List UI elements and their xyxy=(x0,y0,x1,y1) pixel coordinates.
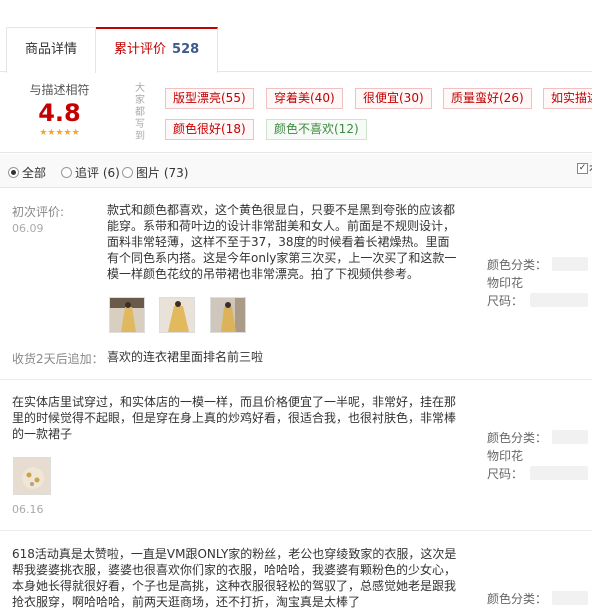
review-line: 里的时候觉得不起眼，但是穿在身上真的炒鸡好看，很适合我，也很衬肤色，非常棒 xyxy=(12,411,457,425)
review-line: 618活动真是太赞啦，一直是VM跟ONLY家的粉丝，老公也穿绫致家的衣服，这次是 xyxy=(12,547,457,561)
blurred-sku-value xyxy=(552,257,588,271)
review-item: 初次评价: 06.09 款式和颜色都喜欢，这个黄色很显白，只要不是黑到夸张的应该… xyxy=(0,189,592,380)
impression-tag[interactable]: 如实描述 xyxy=(543,88,592,109)
review-item: 618活动真是太赞啦，一直是VM跟ONLY家的粉丝，老公也穿绫致家的衣服，这次是… xyxy=(0,532,592,614)
tab-list: 商品详情 累计评价 528 xyxy=(6,27,219,73)
review-date: 06.09 xyxy=(12,222,44,235)
appended-review-label: 收货2天后追加： xyxy=(12,352,104,366)
blurred-sku-value xyxy=(530,466,588,480)
review-date: 06.16 xyxy=(12,503,44,516)
score-label: 与描述相符 xyxy=(29,83,90,97)
tab-product-details[interactable]: 商品详情 xyxy=(6,27,97,73)
filter-pictures-label: 图片 (73) xyxy=(136,166,189,180)
review-photo-thumbnail[interactable] xyxy=(109,297,145,333)
content-checkbox[interactable]: ✓ xyxy=(577,163,588,174)
appended-review-text: 喜欢的连衣裙里面排名前三啦 xyxy=(107,350,264,364)
radio-icon xyxy=(122,167,133,178)
filter-all-label: 全部 xyxy=(22,166,47,180)
impression-tag[interactable]: 颜色很好(18) xyxy=(165,119,254,140)
review-line: 帮我婆婆挑衣服，婆婆也很喜欢你们家的衣服，哈哈哈，我婆婆有颗粉色的少女心， xyxy=(12,563,457,577)
review-line: 本身她长得就很好看，个子也是高挑，这种衣服很轻松的驾驭了，总感觉她老是跟我 xyxy=(12,579,457,593)
review-photo-thumbnail[interactable] xyxy=(210,297,246,333)
review-filter-bar: 全部 追评 (6) 图片 (73) xyxy=(0,154,592,188)
review-line: 面料非常轻薄，这样不至于37，38度的时候看着长裙燥热。里面 xyxy=(107,235,450,249)
filter-append-radio[interactable]: 追评 (6) xyxy=(61,164,120,181)
impression-vertical-label: 大家都写到 xyxy=(135,83,145,142)
sku-info: 颜色分类： xyxy=(487,590,547,608)
review-line: 款式和颜色都喜欢，这个黄色很显白，只要不是黑到夸张的应该都 xyxy=(107,203,456,217)
review-text: 在实体店里试穿过，和实体店的一模一样，而且价格便宜了一半呢，非常好，挂在那 里的… xyxy=(12,394,482,442)
blurred-sku-value xyxy=(530,293,588,307)
sku-color-label: 颜色分类： xyxy=(487,431,548,445)
review-text: 款式和颜色都喜欢，这个黄色很显白，只要不是黑到夸张的应该都 能穿。系带和荷叶边的… xyxy=(107,202,477,282)
impression-tag-neutral[interactable]: 颜色不喜欢(12) xyxy=(266,119,367,140)
tab-reviews[interactable]: 累计评价 528 xyxy=(96,27,219,73)
review-line: 的一款裙子 xyxy=(12,427,73,441)
rating-summary: 与描述相符 4.8 ★★★★★ 大家都写到 版型漂亮(55) 穿着美(40) 很… xyxy=(0,73,592,153)
dress-photo-icon xyxy=(14,458,50,494)
score-box: 与描述相符 4.8 ★★★★★ xyxy=(22,81,97,138)
sku-color-label: 颜色分类： xyxy=(487,258,548,272)
dress-photo-icon xyxy=(160,298,194,332)
impression-tag[interactable]: 版型漂亮(55) xyxy=(165,88,254,109)
review-line: 在实体店里试穿过，和实体店的一模一样，而且价格便宜了一半呢，非常好，挂在那 xyxy=(12,395,457,409)
sku-color-value: 物印花 xyxy=(487,276,524,290)
review-line: 能穿。系带和荷叶边的设计非常甜美和女人。前面是不规则设计， xyxy=(107,219,456,233)
review-line: 有个同色系内搭。这是今年only家第三次买，上一次买了和这款一 xyxy=(107,251,457,265)
review-line: 抢衣服穿，啊哈哈哈，前两天逛商场，还不打折，淘宝真是太棒了 xyxy=(12,595,361,609)
tab-bar: 商品详情 累计评价 528 xyxy=(0,0,592,73)
initial-review-label: 初次评价: xyxy=(12,205,65,219)
impression-tag[interactable]: 穿着美(40) xyxy=(266,88,343,109)
tab-reviews-label: 累计评价 xyxy=(114,42,167,57)
review-count: 528 xyxy=(172,42,200,57)
review-line: 模一样颜色花纹的吊带裙也非常漂亮。拍了下视频供参考。 xyxy=(107,267,420,281)
review-text: 618活动真是太赞啦，一直是VM跟ONLY家的粉丝，老公也穿绫致家的衣服，这次是… xyxy=(12,546,482,610)
score-value: 4.8 xyxy=(38,99,81,127)
radio-icon xyxy=(61,167,72,178)
review-item: 在实体店里试穿过，和实体店的一模一样，而且价格便宜了一半呢，非常好，挂在那 里的… xyxy=(0,381,592,531)
filter-append-label: 追评 (6) xyxy=(75,166,120,180)
impression-tag[interactable]: 很便宜(30) xyxy=(355,88,432,109)
sku-color-label: 颜色分类： xyxy=(487,592,548,606)
tab-product-details-label: 商品详情 xyxy=(25,42,78,57)
review-photo-thumbnail[interactable] xyxy=(13,457,51,495)
sku-color-value: 物印花 xyxy=(487,449,524,463)
filter-all-radio[interactable]: 全部 xyxy=(8,164,46,181)
review-photo-thumbnail[interactable] xyxy=(159,297,195,333)
filter-pictures-radio[interactable]: 图片 (73) xyxy=(122,164,188,181)
dress-photo-icon xyxy=(211,298,245,332)
blurred-sku-value xyxy=(552,430,588,444)
radio-selected-icon xyxy=(8,167,19,178)
blurred-sku-value xyxy=(552,591,588,605)
star-rating-icon: ★★★★★ xyxy=(39,128,80,138)
impression-tag[interactable]: 质量蛮好(26) xyxy=(443,88,532,109)
dress-photo-icon xyxy=(110,298,144,332)
